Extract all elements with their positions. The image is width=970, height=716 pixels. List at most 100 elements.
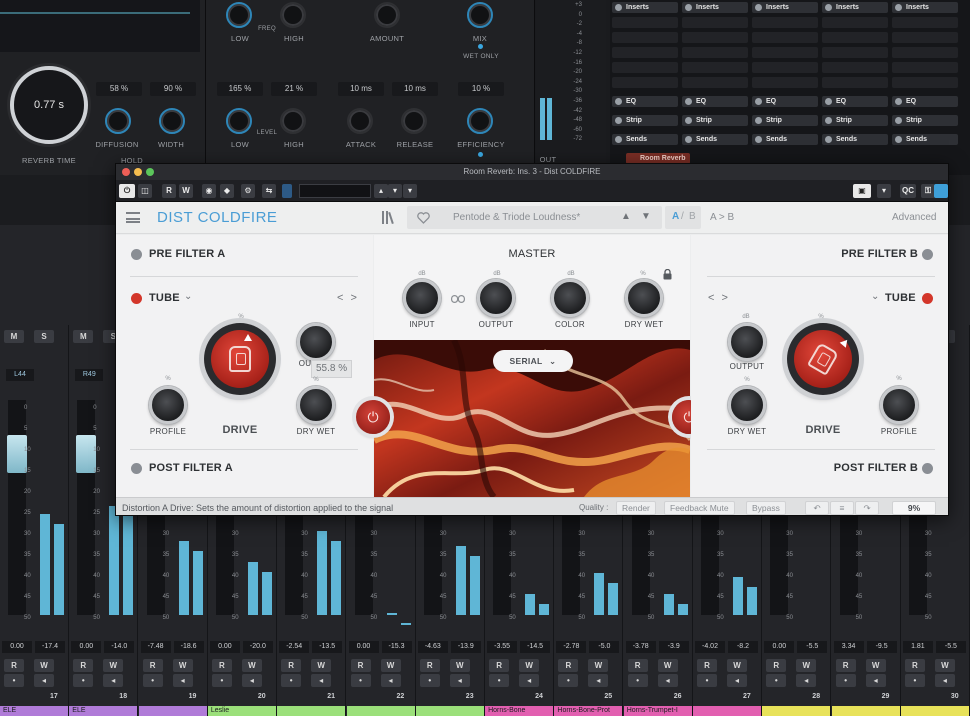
previous-preset-arrow-icon[interactable]: ▲ <box>621 211 631 222</box>
pre-filter-b-label[interactable]: PRE FILTER B <box>841 248 918 260</box>
ab-selector[interactable]: A / B <box>665 206 701 229</box>
pre-filter-a-label[interactable]: PRE FILTER A <box>149 248 225 260</box>
slot-power-icon[interactable] <box>755 4 762 11</box>
level-low-value[interactable]: 165 % <box>217 82 263 96</box>
feedback-mute-button[interactable]: Feedback Mute <box>664 501 735 515</box>
eq-slot[interactable]: EQ <box>612 96 678 107</box>
drywet-b-knob[interactable] <box>728 386 766 424</box>
read-button[interactable]: R <box>350 659 371 672</box>
read-button[interactable]: R <box>162 184 176 198</box>
speaker-icon[interactable]: ◂ <box>519 674 540 687</box>
empty-insert-slot[interactable] <box>682 32 748 43</box>
host-menu-icon[interactable]: ▾ <box>877 184 891 198</box>
write-button[interactable]: W <box>34 659 54 672</box>
next-preset-arrow-icon[interactable]: ▼ <box>641 211 651 222</box>
slot-power-icon[interactable] <box>825 98 832 105</box>
monitor-icon[interactable]: • <box>766 674 787 687</box>
slot-power-icon[interactable] <box>755 117 762 124</box>
empty-insert-slot[interactable] <box>752 47 818 58</box>
channel-name[interactable] <box>346 706 415 716</box>
speaker-icon[interactable]: ◂ <box>865 674 886 687</box>
strip-slot[interactable]: Strip <box>682 115 748 126</box>
mode-a-label[interactable]: TUBE <box>149 292 180 304</box>
mute-button[interactable]: M <box>4 330 24 343</box>
monitor-icon[interactable]: • <box>697 674 717 687</box>
volume-value[interactable]: -4.02 <box>695 641 725 653</box>
master-drywet-knob[interactable] <box>625 279 663 317</box>
write-button[interactable]: W <box>796 659 817 672</box>
channel-name[interactable] <box>900 706 969 716</box>
strip-slot[interactable]: Strip <box>822 115 888 126</box>
empty-insert-slot[interactable] <box>682 47 748 58</box>
post-filter-a-led[interactable] <box>131 463 142 474</box>
read-button[interactable]: R <box>211 659 232 672</box>
link-icon[interactable] <box>282 184 292 198</box>
zoom-window-button[interactable] <box>146 168 154 176</box>
wet-only-led[interactable] <box>478 44 483 49</box>
lock-icon[interactable]: ⚿ <box>921 184 935 198</box>
library-icon[interactable] <box>382 211 396 225</box>
empty-insert-slot[interactable] <box>892 17 958 28</box>
width-knob[interactable] <box>159 108 185 134</box>
monitor-icon[interactable]: • <box>835 674 856 687</box>
pan-value[interactable]: R49 <box>75 369 104 381</box>
channel-name[interactable]: Leslie <box>207 706 276 716</box>
power-icon[interactable]: ⏻ <box>119 184 135 198</box>
channel-name[interactable] <box>693 706 761 716</box>
monitor-icon[interactable]: • <box>489 674 510 687</box>
empty-insert-slot[interactable] <box>892 32 958 43</box>
mode-a-chevron-icon[interactable]: ⌄ <box>184 291 192 302</box>
speaker-icon[interactable]: ◂ <box>311 674 332 687</box>
release-value[interactable]: 10 ms <box>392 82 438 96</box>
minimize-window-button[interactable] <box>134 168 142 176</box>
write-button[interactable]: W <box>179 184 193 198</box>
slot-power-icon[interactable] <box>895 117 902 124</box>
empty-insert-slot[interactable] <box>612 32 678 43</box>
pre-filter-a-led[interactable] <box>131 249 142 260</box>
slot-power-icon[interactable] <box>615 136 622 143</box>
write-button[interactable]: W <box>657 659 678 672</box>
monitor-icon[interactable]: • <box>73 674 94 687</box>
mix-knob[interactable] <box>467 2 493 28</box>
speaker-icon[interactable]: ◂ <box>934 674 955 687</box>
channel-name[interactable]: Horns-Trumpet-I <box>623 706 692 716</box>
post-filter-b-led[interactable] <box>922 463 933 474</box>
inserts-slot[interactable]: Inserts <box>892 2 958 13</box>
read-button[interactable]: R <box>835 659 856 672</box>
output-b-knob[interactable] <box>728 323 766 361</box>
channel-name[interactable] <box>762 706 831 716</box>
channel-name[interactable] <box>138 706 207 716</box>
a-to-b-button[interactable]: A > B <box>710 202 734 234</box>
input-knob[interactable] <box>403 279 441 317</box>
empty-insert-slot[interactable] <box>822 77 888 88</box>
read-button[interactable]: R <box>558 659 579 672</box>
drive-b-knob[interactable] <box>787 323 859 395</box>
empty-insert-slot[interactable] <box>822 32 888 43</box>
mode-a-led[interactable] <box>131 293 142 304</box>
speaker-icon[interactable]: ◂ <box>172 674 193 687</box>
write-button[interactable]: W <box>311 659 332 672</box>
undo-icon[interactable]: ↶ <box>805 501 829 515</box>
volume-value[interactable]: 0.00 <box>71 641 102 653</box>
redo-icon[interactable]: ↷ <box>855 501 879 515</box>
speaker-icon[interactable]: ◂ <box>796 674 817 687</box>
inserts-slot[interactable]: Inserts <box>822 2 888 13</box>
write-button[interactable]: W <box>934 659 955 672</box>
diffusion-knob[interactable] <box>105 108 131 134</box>
read-button[interactable]: R <box>904 659 925 672</box>
write-button[interactable]: W <box>588 659 609 672</box>
link-chain-icon[interactable] <box>451 290 466 308</box>
mute-button[interactable]: M <box>73 330 94 343</box>
empty-insert-slot[interactable] <box>752 77 818 88</box>
slot-power-icon[interactable] <box>685 117 692 124</box>
profile-a-knob[interactable] <box>149 386 187 424</box>
sends-slot[interactable]: Sends <box>682 134 748 145</box>
volume-value[interactable]: 0.00 <box>348 641 379 653</box>
preset-icon[interactable]: ◉ <box>202 184 216 198</box>
mode-a-nav-icon[interactable]: < > <box>337 292 359 304</box>
inserts-slot[interactable]: Inserts <box>612 2 678 13</box>
mode-b-chevron-icon[interactable]: ⌄ <box>871 291 879 302</box>
mode-b-led[interactable] <box>922 293 933 304</box>
read-button[interactable]: R <box>4 659 24 672</box>
channel-name[interactable] <box>831 706 900 716</box>
